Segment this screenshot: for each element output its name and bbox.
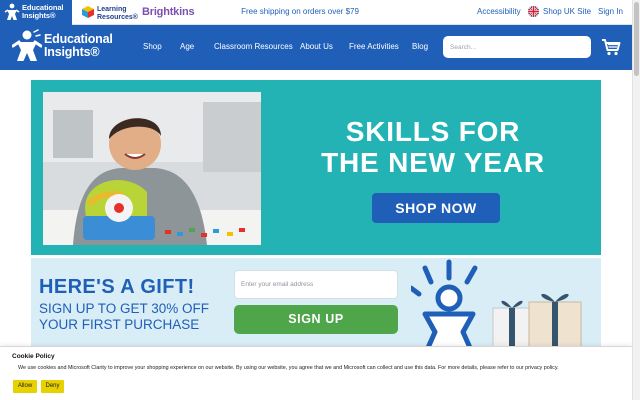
deny-button[interactable]: Deny xyxy=(41,380,64,393)
nav-free-activities[interactable]: Free Activities xyxy=(349,42,399,51)
uk-flag-icon xyxy=(528,6,539,17)
cart-icon[interactable] xyxy=(601,38,621,56)
brand-label: Educational Insights® xyxy=(22,3,64,20)
brand-tab-educational-insights[interactable]: Educational Insights® xyxy=(0,0,72,25)
signup-banner: HERE'S A GIFT! SIGN UP TO GET 30% OFF YO… xyxy=(31,258,601,350)
page-scrollbar[interactable] xyxy=(632,0,640,400)
brand-mascot-icon xyxy=(4,3,20,20)
hero-banner[interactable]: SKILLS FOR THE NEW YEAR SHOP NOW xyxy=(31,80,601,255)
brand-label: Learning Resources® xyxy=(97,6,138,21)
mascot-logo-icon xyxy=(12,29,42,61)
cookie-text: We use cookies and Microsoft Clarity to … xyxy=(18,365,559,371)
cube-logo-icon xyxy=(82,6,94,18)
nav-age[interactable]: Age xyxy=(180,42,194,51)
site-logo[interactable]: Educational Insights® xyxy=(12,28,117,66)
allow-button[interactable]: Allow xyxy=(13,380,37,393)
email-field[interactable] xyxy=(234,270,398,299)
search-input[interactable] xyxy=(443,36,591,58)
nav-classroom-resources[interactable]: Classroom Resources xyxy=(214,42,293,51)
scrollbar-thumb[interactable] xyxy=(634,2,639,76)
accessibility-link[interactable]: Accessibility xyxy=(477,7,521,16)
hero-photo xyxy=(43,92,261,245)
main-nav: Educational Insights® Shop Age Classroom… xyxy=(0,25,632,70)
nav-blog[interactable]: Blog xyxy=(412,42,428,51)
sign-in-link[interactable]: Sign In xyxy=(598,7,623,16)
gift-illustration xyxy=(411,259,582,350)
cookie-title: Cookie Policy xyxy=(12,353,55,360)
shipping-promo: Free shipping on orders over $79 xyxy=(241,7,359,16)
sign-up-button[interactable]: SIGN UP xyxy=(234,305,398,334)
gift-subtitle: SIGN UP TO GET 30% OFF YOUR FIRST PURCHA… xyxy=(39,301,210,332)
brand-tab-brightkins[interactable]: Brightkins xyxy=(142,6,195,18)
shop-uk-site-link[interactable]: Shop UK Site xyxy=(543,7,591,16)
gift-title: HERE'S A GIFT! xyxy=(39,276,195,298)
brand-tab-learning-resources[interactable]: Learning Resources® xyxy=(79,3,138,23)
cookie-banner: Cookie Policy We use cookies and Microso… xyxy=(0,346,632,400)
shop-now-button[interactable]: SHOP NOW xyxy=(372,193,500,223)
nav-about-us[interactable]: About Us xyxy=(300,42,333,51)
nav-shop[interactable]: Shop xyxy=(143,42,162,51)
hero-title: SKILLS FOR THE NEW YEAR xyxy=(321,116,545,178)
page: Educational Insights® Learning Resources… xyxy=(0,0,640,400)
logo-wordmark: Educational Insights® xyxy=(44,32,113,59)
utility-bar: Educational Insights® Learning Resources… xyxy=(0,0,632,25)
